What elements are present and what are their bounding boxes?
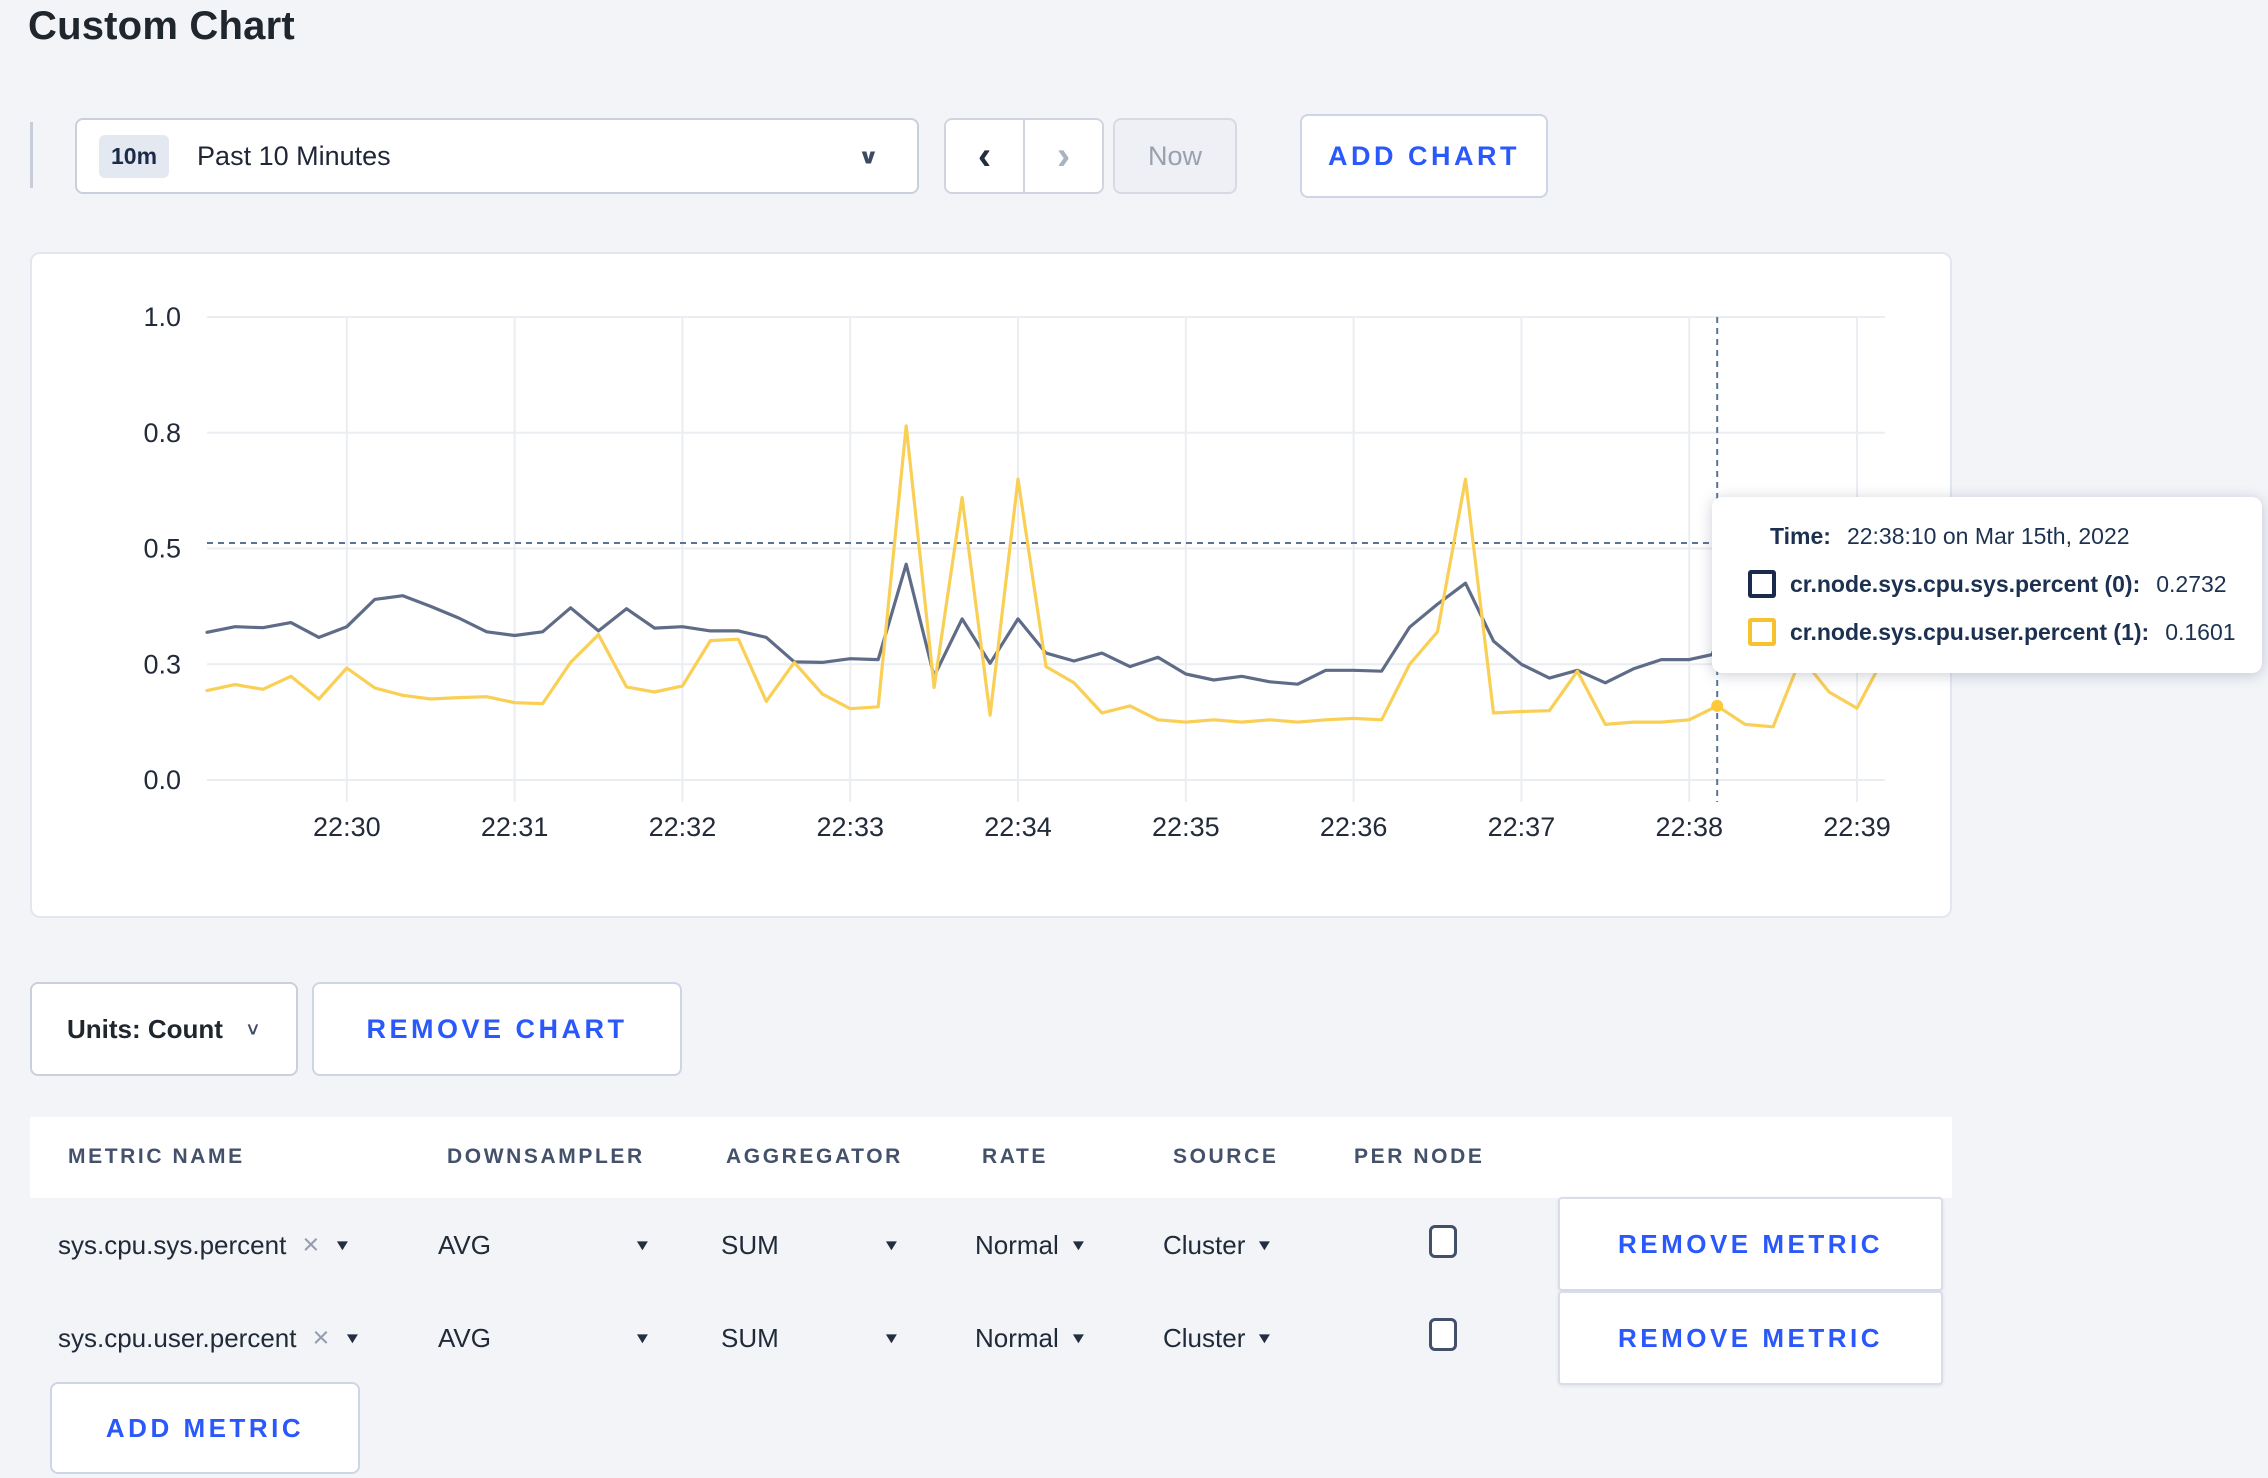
rate-select[interactable]: Normal ▼	[975, 1214, 1088, 1276]
svg-text:22:39: 22:39	[1823, 812, 1891, 842]
downsampler-value: AVG	[438, 1229, 491, 1260]
column-header-rate: RATE	[982, 1145, 1049, 1168]
tooltip-user-value: 0.1601	[2165, 618, 2236, 645]
time-window-label: Past 10 Minutes	[197, 140, 391, 171]
svg-text:0.8: 0.8	[143, 418, 181, 448]
caret-down-icon: ▼	[1255, 1329, 1275, 1347]
page-title: Custom Chart	[28, 4, 295, 48]
sys-series-swatch-icon	[1748, 570, 1776, 598]
time-range-select[interactable]: 10m Past 10 Minutes ∨	[75, 118, 919, 194]
svg-text:22:38: 22:38	[1655, 812, 1723, 842]
source-select[interactable]: Cluster ▼	[1163, 1214, 1275, 1276]
custom-chart-page: Custom Chart 10m Past 10 Minutes ∨ ‹ › N…	[0, 0, 2268, 1478]
chart-tooltip: Time: 22:38:10 on Mar 15th, 2022 cr.node…	[1712, 497, 2262, 673]
per-node-checkbox[interactable]	[1429, 1318, 1457, 1351]
source-value: Cluster	[1163, 1229, 1246, 1260]
rate-select[interactable]: Normal ▼	[975, 1307, 1088, 1369]
remove-metric-button[interactable]: REMOVE METRIC	[1558, 1291, 1943, 1385]
caret-down-icon: ▼	[333, 1236, 352, 1254]
svg-text:22:32: 22:32	[649, 812, 717, 842]
chevron-right-icon: ›	[1056, 133, 1071, 178]
tooltip-sys-label: cr.node.sys.cpu.sys.percent (0):	[1790, 570, 2141, 597]
per-node-checkbox[interactable]	[1429, 1225, 1457, 1258]
svg-text:22:35: 22:35	[1152, 812, 1220, 842]
caret-down-icon: ▼	[1068, 1236, 1088, 1254]
chevron-down-icon: ∨	[857, 143, 879, 168]
prev-range-button[interactable]: ‹	[946, 120, 1025, 192]
caret-down-icon: ▼	[882, 1236, 901, 1254]
next-range-button[interactable]: ›	[1025, 120, 1102, 192]
column-header-downsampler: DOWNSAMPLER	[447, 1145, 645, 1168]
rate-value: Normal	[975, 1229, 1059, 1260]
chevron-left-icon: ‹	[977, 133, 992, 178]
metric-name-select[interactable]: sys.cpu.user.percent × ▼	[58, 1307, 363, 1369]
caret-down-icon: ▼	[1255, 1236, 1275, 1254]
aggregator-select[interactable]: SUM ▼	[721, 1307, 901, 1369]
aggregator-select[interactable]: SUM ▼	[721, 1214, 901, 1276]
caret-down-icon: ▼	[882, 1329, 901, 1347]
tooltip-user-label: cr.node.sys.cpu.user.percent (1):	[1790, 618, 2150, 645]
clear-icon[interactable]: ×	[302, 1229, 319, 1262]
chevron-down-icon: ∨	[244, 1018, 262, 1039]
caret-down-icon: ▼	[633, 1236, 652, 1254]
aggregator-value: SUM	[721, 1229, 779, 1260]
time-range-stepper: ‹ ›	[944, 118, 1104, 194]
caret-down-icon: ▼	[1068, 1329, 1088, 1347]
svg-text:1.0: 1.0	[143, 302, 181, 332]
toolbar-divider	[30, 122, 33, 188]
svg-text:22:33: 22:33	[816, 812, 884, 842]
time-window-badge: 10m	[99, 134, 170, 178]
svg-text:22:37: 22:37	[1488, 812, 1556, 842]
remove-chart-button[interactable]: REMOVE CHART	[312, 982, 682, 1076]
svg-text:0.3: 0.3	[143, 649, 181, 679]
aggregator-value: SUM	[721, 1322, 779, 1353]
rate-value: Normal	[975, 1322, 1059, 1353]
tooltip-time-label: Time:	[1770, 523, 1831, 549]
downsampler-select[interactable]: AVG ▼	[438, 1307, 652, 1369]
tooltip-time-value: 22:38:10 on Mar 15th, 2022	[1846, 523, 2130, 549]
tooltip-sys-value: 0.2732	[2156, 570, 2227, 597]
remove-metric-button[interactable]: REMOVE METRIC	[1558, 1197, 1943, 1291]
clear-icon[interactable]: ×	[312, 1322, 329, 1355]
svg-text:22:36: 22:36	[1320, 812, 1388, 842]
units-label: Units: Count	[66, 1013, 223, 1044]
caret-down-icon: ▼	[633, 1329, 652, 1347]
downsampler-value: AVG	[438, 1322, 491, 1353]
metric-name-select[interactable]: sys.cpu.sys.percent × ▼	[58, 1214, 352, 1276]
metrics-table-header: METRIC NAME DOWNSAMPLER AGGREGATOR RATE …	[30, 1117, 1952, 1198]
add-chart-button[interactable]: ADD CHART	[1300, 114, 1548, 198]
svg-text:0.5: 0.5	[143, 534, 181, 564]
now-button[interactable]: Now	[1113, 118, 1237, 194]
metric-name-value: sys.cpu.sys.percent	[58, 1229, 287, 1260]
caret-down-icon: ▼	[343, 1329, 363, 1347]
units-select[interactable]: Units: Count ∨	[30, 982, 298, 1076]
svg-text:22:34: 22:34	[984, 812, 1052, 842]
metric-name-value: sys.cpu.user.percent	[58, 1322, 297, 1353]
column-header-metric-name: METRIC NAME	[68, 1145, 245, 1168]
column-header-aggregator: AGGREGATOR	[726, 1145, 903, 1168]
source-value: Cluster	[1163, 1322, 1246, 1353]
svg-text:22:30: 22:30	[313, 812, 381, 842]
chart-card: 0.0 0.3 0.5 0.8 1.0 22:30 22:31 22:32 22:33 22:34…	[30, 252, 1952, 918]
add-metric-button[interactable]: ADD METRIC	[50, 1382, 360, 1474]
downsampler-select[interactable]: AVG ▼	[438, 1214, 652, 1276]
time-series-chart[interactable]: 0.0 0.3 0.5 0.8 1.0 22:30 22:31 22:32 22:33 22:34…	[32, 254, 1950, 916]
svg-text:0.0: 0.0	[143, 765, 181, 795]
source-select[interactable]: Cluster ▼	[1163, 1307, 1275, 1369]
svg-text:22:31: 22:31	[481, 812, 549, 842]
column-header-per-node: PER NODE	[1354, 1145, 1485, 1168]
column-header-source: SOURCE	[1173, 1145, 1279, 1168]
user-series-swatch-icon	[1748, 618, 1776, 646]
